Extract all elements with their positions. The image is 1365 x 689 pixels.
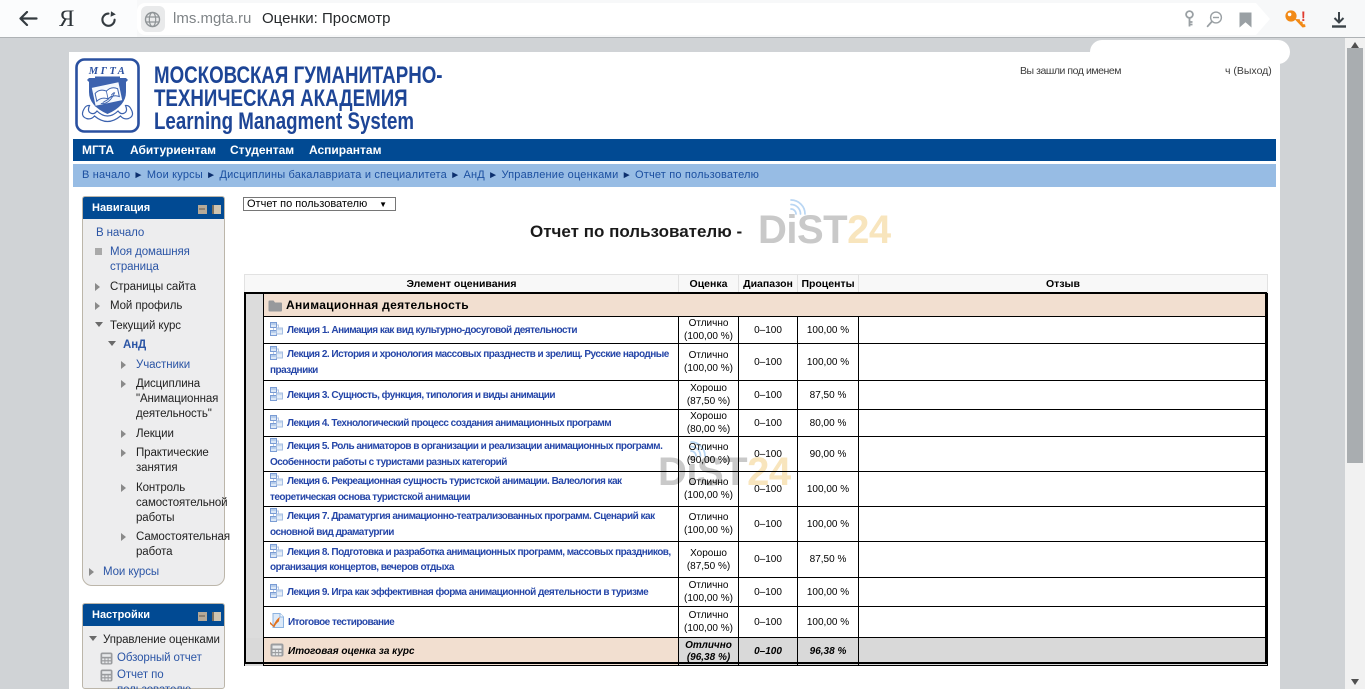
svg-text:МГТА: МГТА: [88, 66, 127, 77]
svg-text:!: !: [1301, 9, 1306, 24]
